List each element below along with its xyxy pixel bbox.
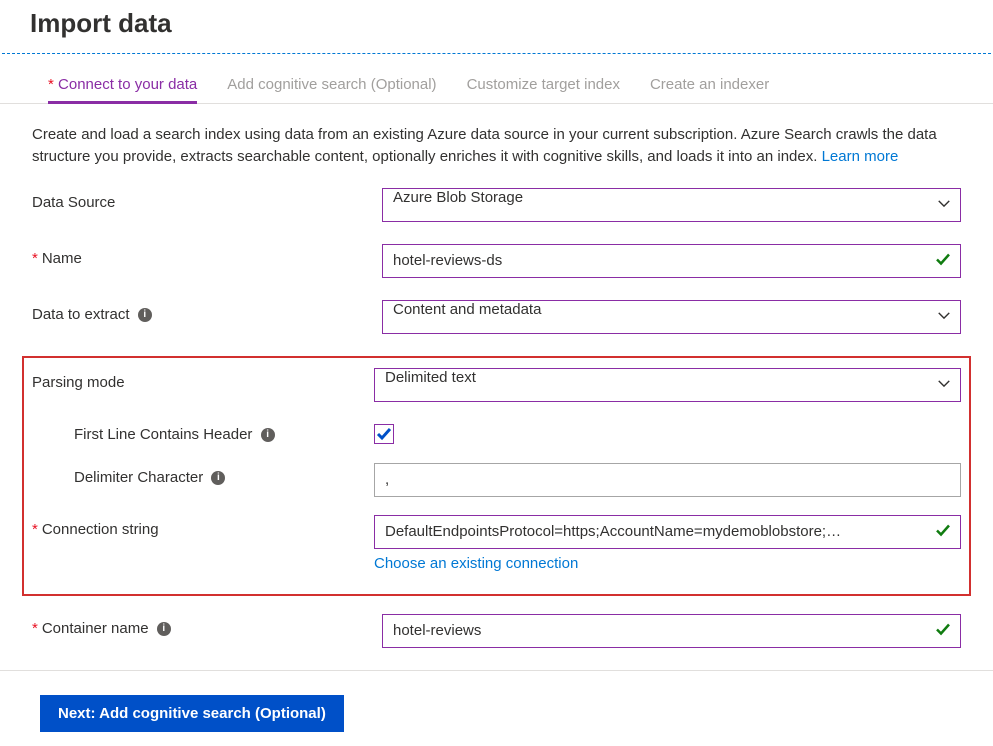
intro-text: Create and load a search index using dat… xyxy=(0,104,993,168)
info-icon[interactable]: i xyxy=(138,308,152,322)
next-button[interactable]: Next: Add cognitive search (Optional) xyxy=(40,695,344,732)
label-data-to-extract: Data to extract i xyxy=(32,300,382,323)
info-icon[interactable]: i xyxy=(211,471,225,485)
tab-create-indexer[interactable]: Create an indexer xyxy=(650,66,769,103)
top-separator xyxy=(2,53,991,54)
intro-body: Create and load a search index using dat… xyxy=(32,126,937,165)
delimiter-field[interactable] xyxy=(374,463,961,497)
choose-existing-connection-link[interactable]: Choose an existing connection xyxy=(374,555,961,572)
connection-string-field[interactable] xyxy=(374,515,961,549)
data-source-select[interactable]: Azure Blob Storage xyxy=(382,188,961,222)
wizard-tabs: * Connect to your data Add cognitive sea… xyxy=(0,66,993,104)
label-container-name: *Container name i xyxy=(32,614,382,637)
tab-customize-index[interactable]: Customize target index xyxy=(467,66,620,103)
tab-label: Connect to your data xyxy=(58,76,197,93)
label-data-source: Data Source xyxy=(32,188,382,211)
highlighted-section: Parsing mode Delimited text First Line C… xyxy=(22,356,971,596)
label-delimiter: Delimiter Character i xyxy=(32,463,374,486)
row-delimiter: Delimiter Character i xyxy=(32,463,961,497)
tab-cognitive-search[interactable]: Add cognitive search (Optional) xyxy=(227,66,436,103)
label-parsing-mode: Parsing mode xyxy=(32,368,374,391)
info-icon[interactable]: i xyxy=(261,428,275,442)
row-container-name: *Container name i xyxy=(32,614,961,648)
data-to-extract-select[interactable]: Content and metadata xyxy=(382,300,961,334)
label-first-line-header: First Line Contains Header i xyxy=(32,420,374,443)
row-first-line-header: First Line Contains Header i xyxy=(32,420,961,445)
label-name: *Name xyxy=(32,244,382,267)
info-icon[interactable]: i xyxy=(157,622,171,636)
row-data-to-extract: Data to extract i Content and metadata xyxy=(32,300,961,334)
label-connection-string: *Connection string xyxy=(32,515,374,538)
row-name: *Name xyxy=(32,244,961,278)
first-line-header-checkbox[interactable] xyxy=(374,424,394,444)
data-source-form: Data Source Azure Blob Storage *Name Dat… xyxy=(0,168,993,648)
name-field[interactable] xyxy=(382,244,961,278)
page-title: Import data xyxy=(0,0,993,53)
parsing-mode-select[interactable]: Delimited text xyxy=(374,368,961,402)
row-data-source: Data Source Azure Blob Storage xyxy=(32,188,961,222)
container-name-field[interactable] xyxy=(382,614,961,648)
learn-more-link[interactable]: Learn more xyxy=(822,148,899,165)
tab-connect-data[interactable]: * Connect to your data xyxy=(48,66,197,103)
row-parsing-mode: Parsing mode Delimited text xyxy=(32,368,961,402)
row-connection-string: *Connection string Choose an existing co… xyxy=(32,515,961,572)
wizard-footer: Next: Add cognitive search (Optional) xyxy=(0,671,993,744)
